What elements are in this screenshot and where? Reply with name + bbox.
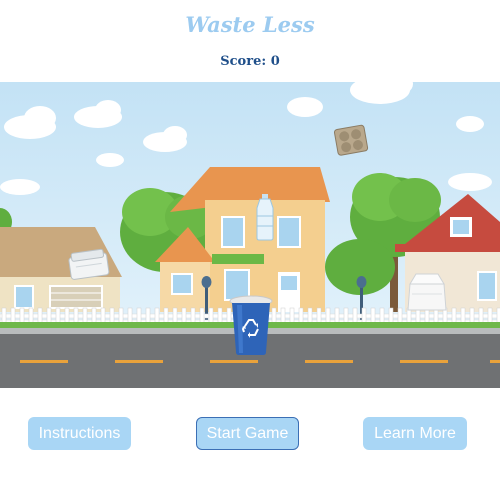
fence-picket	[118, 307, 124, 325]
fence-picket	[352, 307, 358, 325]
fence-picket	[82, 307, 88, 325]
fence-picket	[1, 307, 7, 325]
fence-picket	[172, 307, 178, 325]
fence-picket	[478, 307, 484, 325]
fence-picket	[10, 307, 16, 325]
fence-picket	[73, 307, 79, 325]
fence-picket	[136, 307, 142, 325]
fence-picket	[64, 307, 70, 325]
fence-picket	[307, 307, 313, 325]
recycling-bin[interactable]	[229, 295, 273, 355]
fence-picket	[217, 307, 223, 325]
fence-picket	[325, 307, 331, 325]
fence-picket	[190, 307, 196, 325]
fence-picket	[37, 307, 43, 325]
score-display: Score: 0	[0, 54, 500, 69]
fence-picket	[145, 307, 151, 325]
fence-picket	[361, 307, 367, 325]
fence-picket	[226, 307, 232, 325]
fence-picket	[334, 307, 340, 325]
fence-picket	[199, 307, 205, 325]
learn-more-button[interactable]: Learn More	[363, 417, 467, 450]
plastic-bottle-item	[256, 194, 274, 241]
fence-picket	[487, 307, 493, 325]
fence-picket	[208, 307, 214, 325]
fence-picket	[343, 307, 349, 325]
fence-picket	[370, 307, 376, 325]
instructions-button[interactable]: Instructions	[28, 417, 131, 450]
fence-picket	[379, 307, 385, 325]
fence-picket	[28, 307, 34, 325]
fence-picket	[289, 307, 295, 325]
fence-picket	[388, 307, 394, 325]
fence-picket	[19, 307, 25, 325]
fence-picket	[280, 307, 286, 325]
fence-picket	[298, 307, 304, 325]
fence-picket	[316, 307, 322, 325]
fence-picket	[46, 307, 52, 325]
fence-picket	[469, 307, 475, 325]
fence-picket	[154, 307, 160, 325]
foam-container-item	[407, 273, 447, 311]
fence-picket	[460, 307, 466, 325]
fence-picket	[55, 307, 61, 325]
fence-picket	[271, 307, 277, 325]
fence-picket	[181, 307, 187, 325]
score-label: Score:	[220, 54, 267, 69]
score-value: 0	[270, 54, 280, 69]
fence-picket	[91, 307, 97, 325]
fence-picket	[451, 307, 457, 325]
game-scene[interactable]	[0, 82, 500, 388]
fence-picket	[397, 307, 403, 325]
fence-picket	[127, 307, 133, 325]
egg-carton-item	[333, 124, 369, 156]
fence-picket	[100, 307, 106, 325]
fence-picket	[163, 307, 169, 325]
plastic-container-item	[68, 248, 110, 280]
fence-picket	[109, 307, 115, 325]
game-title: Waste Less	[185, 12, 315, 37]
start-game-button[interactable]: Start Game	[196, 417, 299, 450]
